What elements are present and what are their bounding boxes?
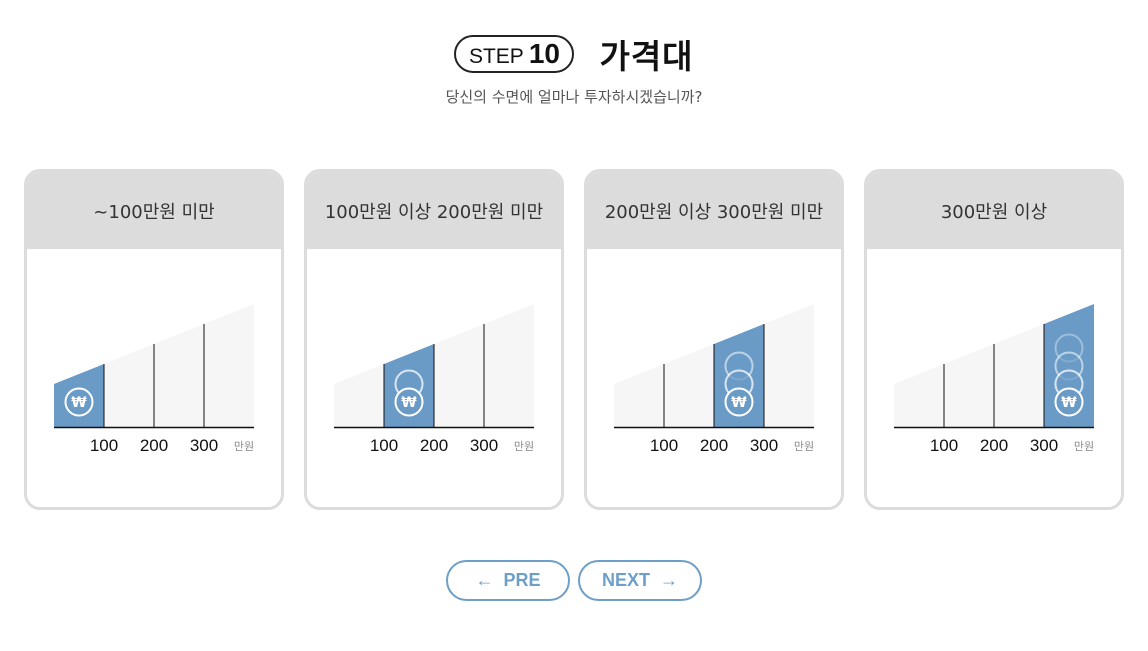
price-range-chart: ₩100 200 300 만원: [894, 304, 1094, 455]
won-symbol: ₩: [401, 395, 417, 411]
tick-label: 100: [370, 436, 398, 455]
next-button-label: NEXT: [601, 570, 650, 590]
tick-label: 200: [140, 436, 168, 455]
won-coin-icon: ₩: [1054, 387, 1084, 417]
step-navigation: ← PRE NEXT →: [0, 560, 1148, 601]
step-word: STEP: [468, 45, 524, 68]
step-number: 10: [528, 38, 560, 69]
tick-label: 200: [980, 436, 1008, 455]
price-option-card-200-300[interactable]: 200만원 이상 300만원 미만 ₩100 200 300 만원: [584, 169, 844, 510]
tick-label: 100: [650, 436, 678, 455]
arrow-right-icon: →: [660, 570, 678, 590]
won-symbol: ₩: [1061, 395, 1077, 411]
step-header: STEP 10 가격대: [0, 30, 1148, 78]
tick-label: 200: [420, 436, 448, 455]
price-range-chart: ₩100 200 300 만원: [54, 304, 254, 455]
unit-label: 만원: [794, 440, 814, 453]
tick-label: 300: [750, 436, 778, 455]
price-range-chart: ₩100 200 300 만원: [614, 304, 814, 455]
tick-label: 300: [1030, 436, 1058, 455]
next-button[interactable]: NEXT →: [578, 560, 702, 601]
tick-label: 100: [930, 436, 958, 455]
tick-label: 100: [90, 436, 118, 455]
unit-label: 만원: [234, 440, 254, 453]
page-subtitle: 당신의 수면에 얼마나 투자하시겠습니까?: [445, 88, 703, 106]
won-symbol: ₩: [731, 395, 747, 411]
price-option-card-100-200[interactable]: 100만원 이상 200만원 미만 ₩100 200 300 만원: [304, 169, 564, 510]
won-coin-icon: ₩: [394, 387, 424, 417]
tick-label: 300: [190, 436, 218, 455]
page-title: 가격대: [599, 37, 694, 76]
pre-button-label: PRE: [503, 570, 541, 590]
price-option-card-over-300[interactable]: 300만원 이상 ₩100 200 300 만원: [864, 169, 1124, 510]
tick-label: 300: [470, 436, 498, 455]
won-symbol: ₩: [71, 395, 87, 411]
price-range-chart: ₩100 200 300 만원: [334, 304, 534, 455]
tick-label: 200: [700, 436, 728, 455]
won-coin-icon: ₩: [724, 387, 754, 417]
unit-label: 만원: [514, 440, 534, 453]
price-option-card-under-100[interactable]: ~100만원 미만 ₩100 200 300 만원: [24, 169, 284, 510]
pre-button[interactable]: ← PRE: [446, 560, 570, 601]
arrow-left-icon: ←: [475, 570, 494, 590]
won-coin-icon: ₩: [64, 387, 94, 417]
step-badge: STEP 10: [454, 35, 575, 73]
unit-label: 만원: [1074, 440, 1094, 453]
